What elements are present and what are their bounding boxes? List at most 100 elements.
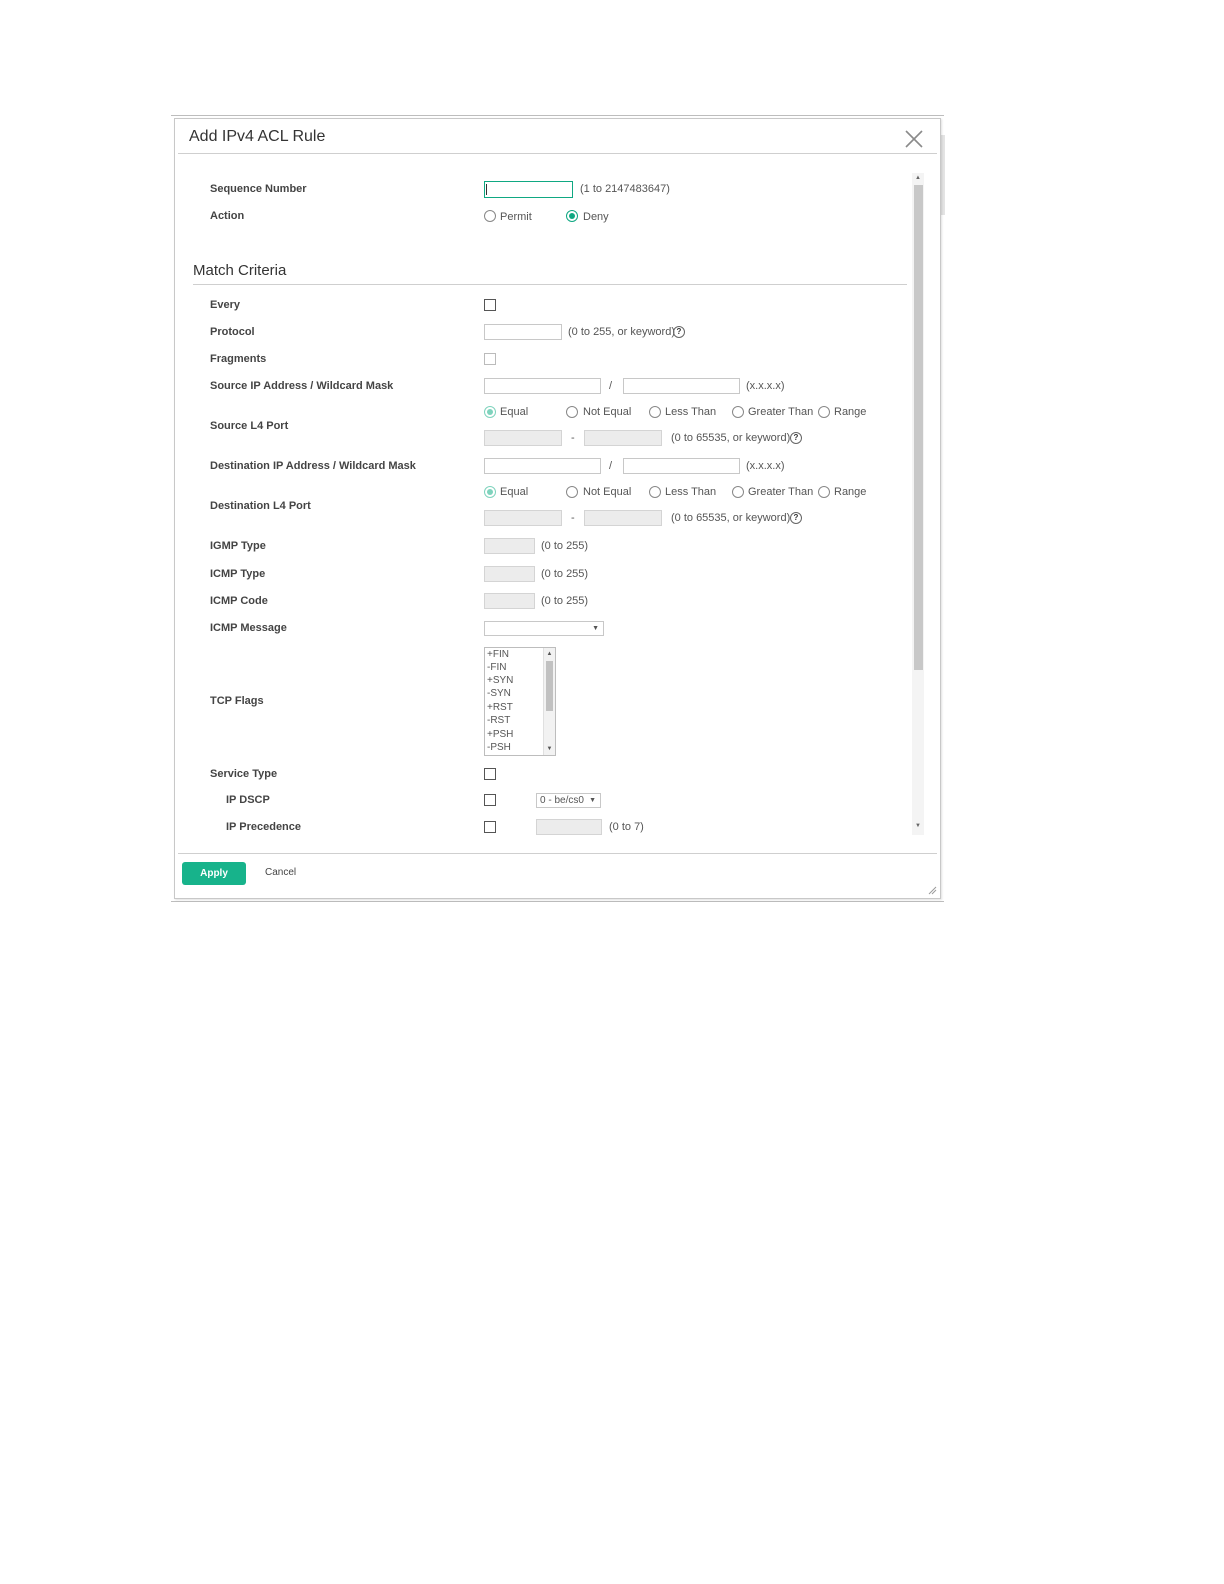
destination-l4-less-than-radio[interactable] <box>649 486 661 498</box>
icmp-type-hint: (0 to 255) <box>541 568 589 580</box>
list-item[interactable]: -FIN <box>487 661 506 674</box>
match-criteria-heading: Match Criteria <box>193 262 287 279</box>
source-l4-equal-radio[interactable] <box>484 406 496 418</box>
icmp-type-input[interactable] <box>484 566 535 582</box>
destination-wildcard-input[interactable] <box>623 458 740 474</box>
source-ip-label: Source IP Address / Wildcard Mask <box>210 380 394 392</box>
icmp-code-input[interactable] <box>484 593 535 609</box>
list-item[interactable]: +PSH <box>487 728 513 741</box>
list-item[interactable]: +FIN <box>487 648 509 661</box>
destination-l4-hint: (0 to 65535, or keyword) <box>671 512 791 524</box>
source-ip-input[interactable] <box>484 378 601 394</box>
icmp-code-label: ICMP Code <box>210 595 268 607</box>
scrollbar-thumb[interactable] <box>914 185 923 670</box>
destination-l4-help-icon[interactable]: ? <box>790 512 802 524</box>
destination-l4-less-than-label: Less Than <box>665 486 717 498</box>
protocol-input[interactable] <box>484 324 562 340</box>
source-l4-hint: (0 to 65535, or keyword) <box>671 432 791 444</box>
icmp-code-hint: (0 to 255) <box>541 595 589 607</box>
list-item[interactable]: -SYN <box>487 687 511 700</box>
destination-ip-separator: / <box>609 460 613 472</box>
scroll-up-icon[interactable]: ▲ <box>544 650 555 658</box>
source-l4-not-equal-label: Not Equal <box>583 406 632 418</box>
destination-l4-not-equal-label: Not Equal <box>583 486 632 498</box>
service-type-checkbox[interactable] <box>484 768 496 780</box>
destination-l4-greater-than-radio[interactable] <box>732 486 744 498</box>
chevron-down-icon: ▼ <box>592 625 599 632</box>
ip-dscp-select[interactable]: 0 - be/cs0 ▼ <box>536 793 601 808</box>
protocol-hint: (0 to 255, or keyword) <box>568 326 675 338</box>
resize-handle-icon[interactable] <box>927 885 937 895</box>
source-l4-less-than-radio[interactable] <box>649 406 661 418</box>
ip-dscp-label: IP DSCP <box>226 794 270 806</box>
icmp-message-label: ICMP Message <box>210 622 287 634</box>
igmp-type-label: IGMP Type <box>210 540 266 552</box>
ip-precedence-checkbox[interactable] <box>484 821 496 833</box>
destination-l4-equal-radio[interactable] <box>484 486 496 498</box>
destination-l4-range-label: Range <box>834 486 867 498</box>
source-wildcard-input[interactable] <box>623 378 740 394</box>
source-l4-greater-than-radio[interactable] <box>732 406 744 418</box>
every-checkbox[interactable] <box>484 299 496 311</box>
action-permit-radio[interactable] <box>484 210 496 222</box>
source-l4-not-equal-radio[interactable] <box>566 406 578 418</box>
destination-ip-label: Destination IP Address / Wildcard Mask <box>210 460 416 472</box>
protocol-label: Protocol <box>210 326 255 338</box>
source-l4-port-start-input[interactable] <box>484 430 562 446</box>
ip-precedence-input[interactable] <box>536 819 602 835</box>
ip-precedence-label: IP Precedence <box>226 821 302 833</box>
action-deny-label: Deny <box>583 211 609 223</box>
source-l4-less-than-label: Less Than <box>665 406 717 418</box>
destination-l4-not-equal-radio[interactable] <box>566 486 578 498</box>
fragments-checkbox[interactable] <box>484 353 496 365</box>
destination-l4-port-label: Destination L4 Port <box>210 500 311 512</box>
source-l4-dash: - <box>571 432 575 444</box>
source-l4-port-end-input[interactable] <box>584 430 662 446</box>
ip-precedence-hint: (0 to 7) <box>609 821 644 833</box>
tcp-flags-listbox[interactable]: +FIN -FIN +SYN -SYN +RST -RST +PSH -PSH … <box>484 647 556 756</box>
source-l4-greater-than-label: Greater Than <box>748 406 814 418</box>
scroll-down-icon[interactable]: ▼ <box>912 823 924 829</box>
destination-l4-equal-label: Equal <box>500 486 529 498</box>
close-icon[interactable] <box>903 128 925 150</box>
source-l4-equal-label: Equal <box>500 406 529 418</box>
list-item[interactable]: -PSH <box>487 741 511 754</box>
destination-l4-port-end-input[interactable] <box>584 510 662 526</box>
scrollbar-thumb[interactable] <box>546 661 553 711</box>
destination-l4-greater-than-label: Greater Than <box>748 486 814 498</box>
scroll-down-icon[interactable]: ▼ <box>544 745 555 753</box>
scroll-up-icon[interactable]: ▲ <box>912 175 924 181</box>
action-deny-radio[interactable] <box>566 210 578 222</box>
title-divider <box>178 153 937 154</box>
source-l4-range-radio[interactable] <box>818 406 830 418</box>
igmp-type-input[interactable] <box>484 538 535 554</box>
tcp-flags-scrollbar[interactable]: ▲ ▼ <box>543 648 555 755</box>
protocol-help-icon[interactable]: ? <box>673 326 685 338</box>
icmp-message-select[interactable]: ▼ <box>484 621 604 636</box>
service-type-label: Service Type <box>210 768 278 780</box>
destination-l4-range-radio[interactable] <box>818 486 830 498</box>
tcp-flags-label: TCP Flags <box>210 695 264 707</box>
source-l4-help-icon[interactable]: ? <box>790 432 802 444</box>
fragments-label: Fragments <box>210 353 267 365</box>
text-caret <box>486 184 487 195</box>
section-divider <box>193 284 907 285</box>
list-item[interactable]: -RST <box>487 714 510 727</box>
source-l4-range-label: Range <box>834 406 867 418</box>
cancel-button[interactable]: Cancel <box>265 867 296 878</box>
apply-button[interactable]: Apply <box>182 862 246 885</box>
every-label: Every <box>210 299 240 311</box>
ip-dscp-value: 0 - be/cs0 <box>540 795 584 806</box>
ip-dscp-checkbox[interactable] <box>484 794 496 806</box>
list-item[interactable]: +SYN <box>487 674 513 687</box>
source-ip-hint: (x.x.x.x) <box>746 380 785 392</box>
icmp-type-label: ICMP Type <box>210 568 266 580</box>
dialog-title: Add IPv4 ACL Rule <box>189 128 326 145</box>
destination-l4-port-start-input[interactable] <box>484 510 562 526</box>
footer-divider <box>178 853 937 854</box>
action-permit-label: Permit <box>500 211 532 223</box>
sequence-number-label: Sequence Number <box>210 183 307 195</box>
destination-ip-input[interactable] <box>484 458 601 474</box>
list-item[interactable]: +RST <box>487 701 513 714</box>
sequence-number-input[interactable] <box>484 181 573 198</box>
